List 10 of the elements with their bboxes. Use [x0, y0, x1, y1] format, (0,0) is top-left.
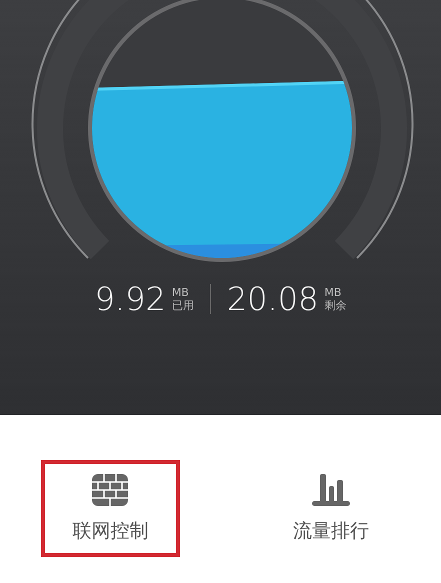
- reading-unit: MB: [172, 286, 190, 299]
- reading-value: 20.08: [226, 280, 318, 318]
- bar-chart-icon: [312, 474, 350, 506]
- reading-unit: MB: [324, 286, 342, 299]
- brick-wall-icon: [92, 474, 128, 506]
- reading-label: 已用: [172, 299, 194, 312]
- reading-value: 9.92: [94, 280, 166, 318]
- action-button[interactable]: 流量排行: [261, 460, 400, 557]
- reading-label: 剩余: [324, 299, 346, 312]
- action-button[interactable]: 联网控制: [40, 460, 180, 557]
